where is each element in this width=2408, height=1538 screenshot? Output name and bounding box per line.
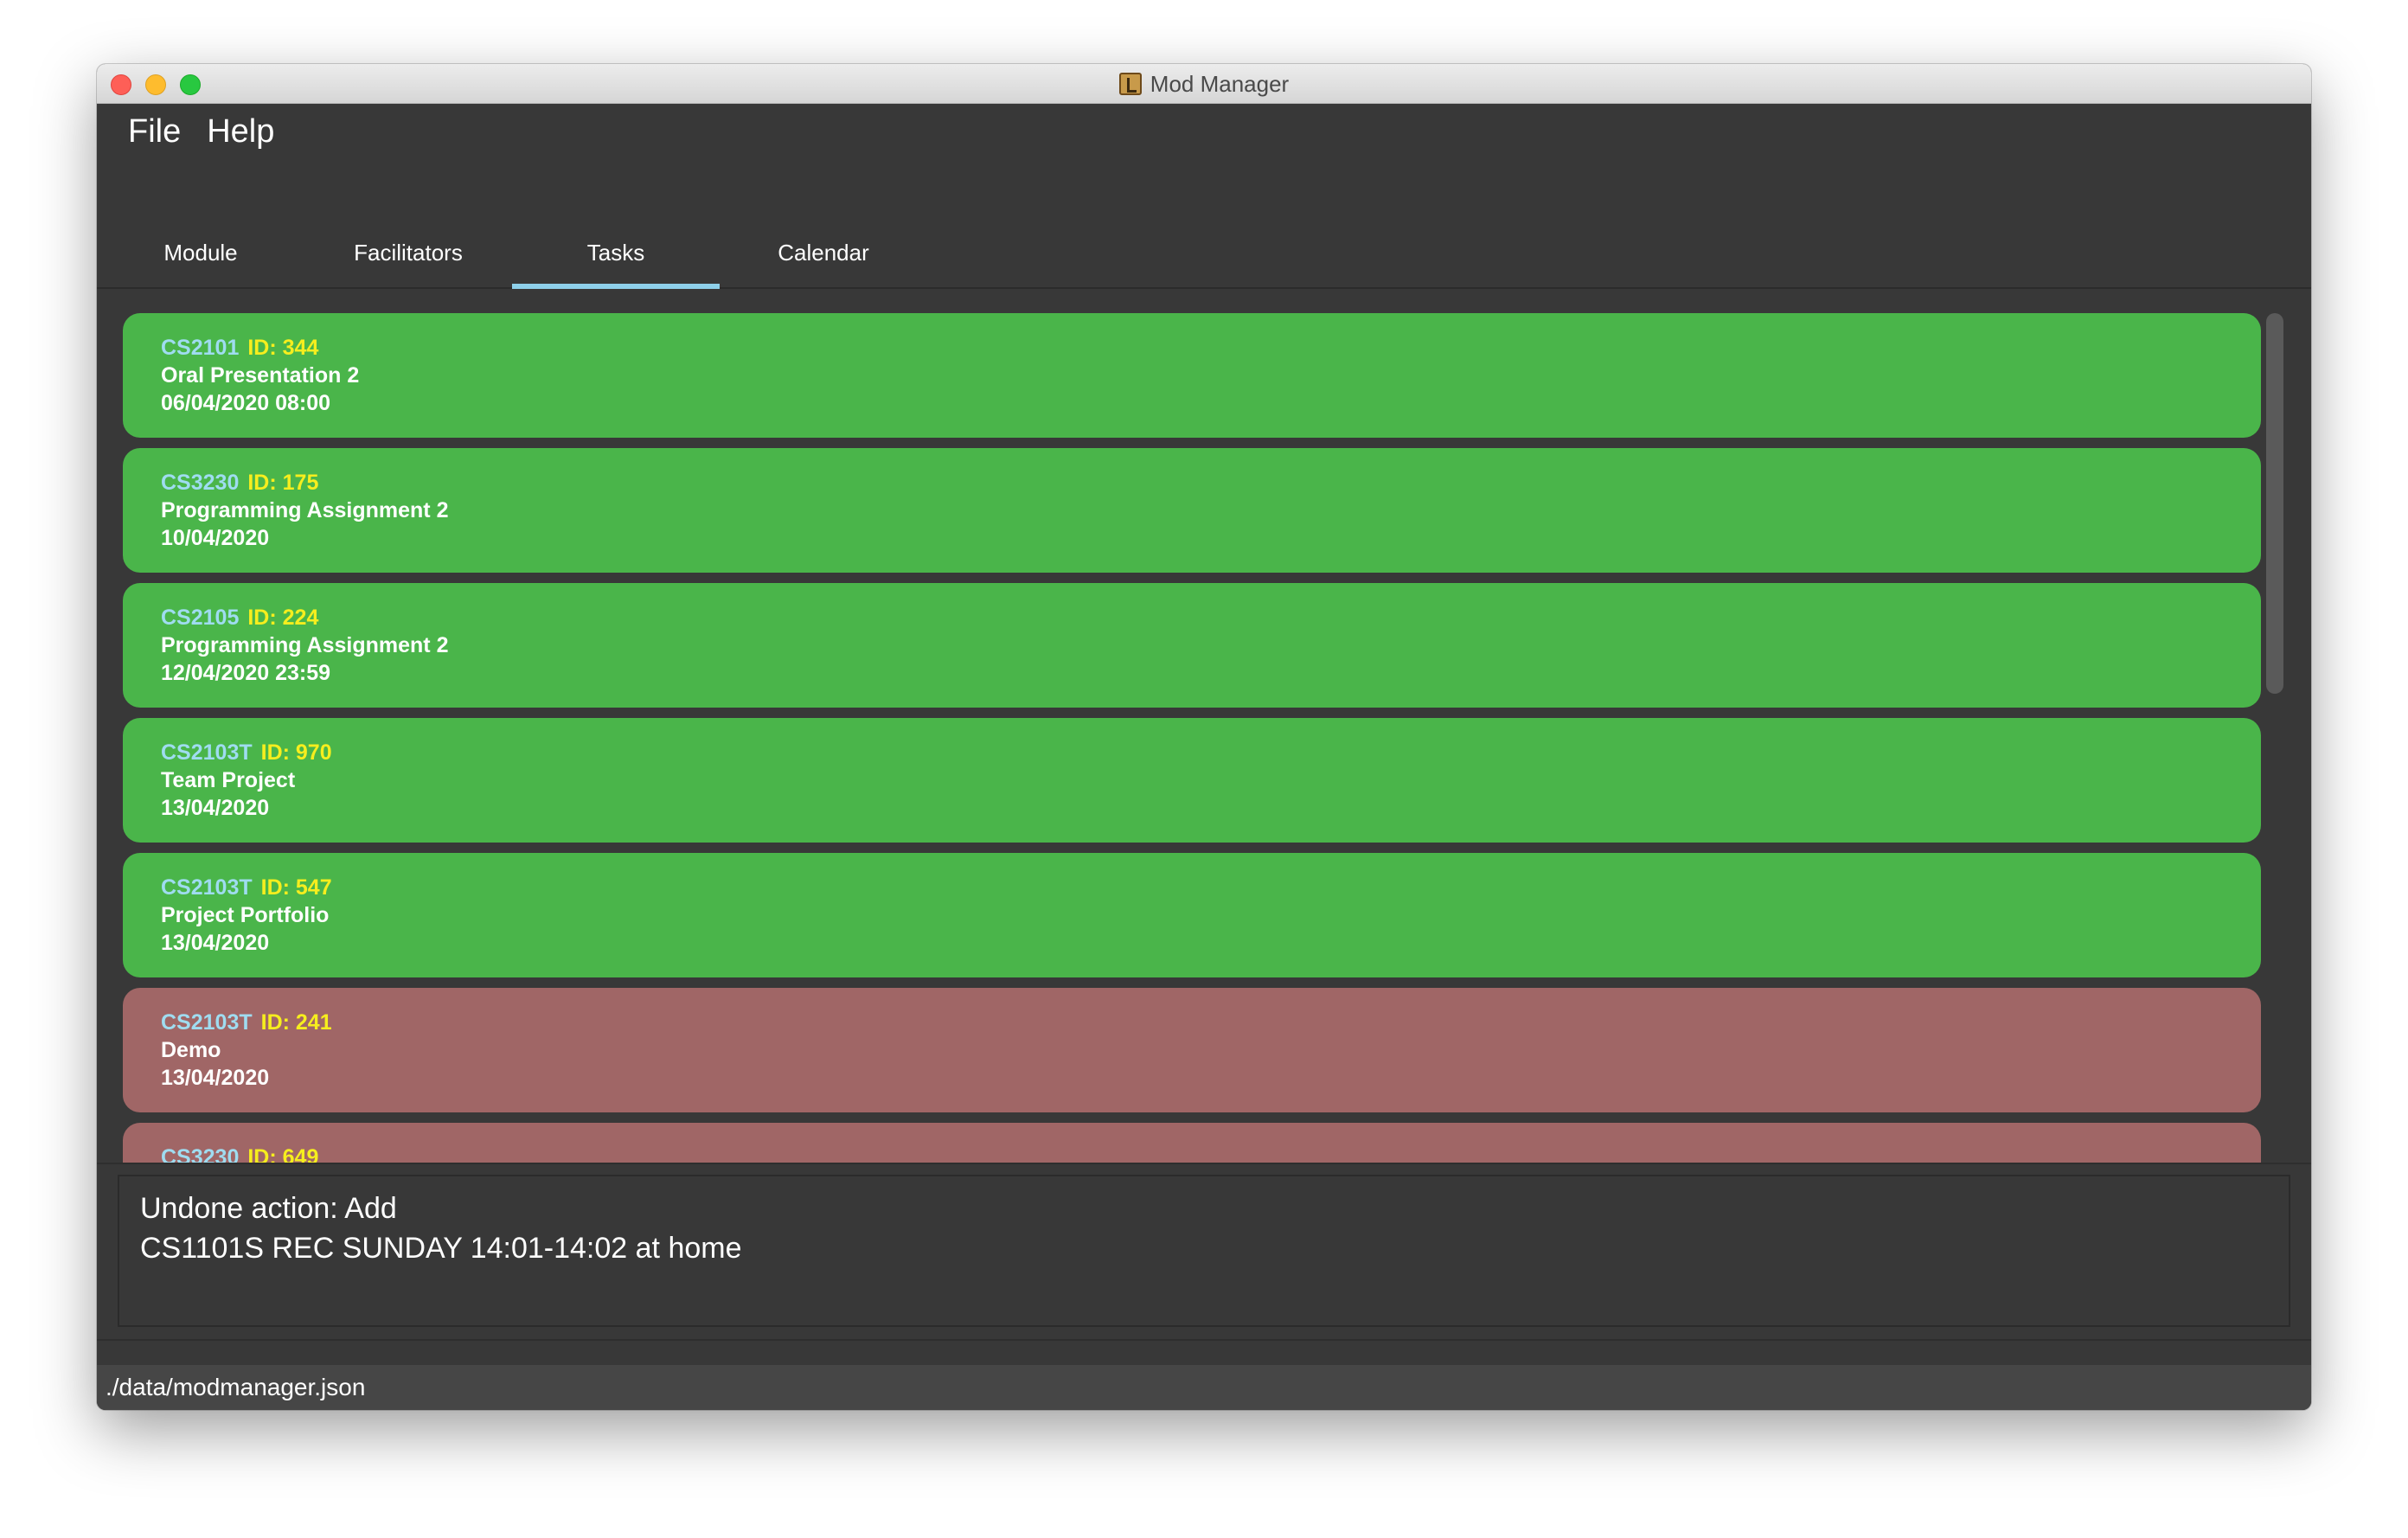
task-header: CS2103T ID: 241: [161, 1009, 2261, 1036]
title-bar: Mod Manager: [97, 64, 2311, 104]
scrollbar-thumb[interactable]: [2266, 313, 2283, 694]
task-description: Oral Presentation 2: [161, 362, 360, 388]
task-header: CS3230 ID: 175: [161, 469, 2261, 497]
task-header: CS2105 ID: 224: [161, 604, 2261, 631]
task-module-code: CS3230: [161, 1144, 240, 1163]
task-header: CS3230 ID: 649: [161, 1144, 2261, 1163]
task-description: Programming Assignment 2: [161, 497, 449, 522]
task-card[interactable]: CS2103T ID: 241 Demo 13/04/2020: [123, 988, 2261, 1112]
task-time: 13/04/2020: [161, 795, 270, 820]
task-description: Team Project: [161, 767, 296, 792]
result-line-1: Undone action: Add: [140, 1192, 397, 1225]
tab-bar: Module Facilitators Tasks Calendar: [97, 159, 2311, 289]
task-time: 06/04/2020 08:00: [161, 390, 331, 415]
task-module-code: CS2101: [161, 335, 240, 360]
status-bar: ./data/modmanager.json: [97, 1365, 2311, 1410]
task-card[interactable]: CS2105 ID: 224 Programming Assignment 2 …: [123, 583, 2261, 708]
task-module-code: CS2103T: [161, 1009, 253, 1035]
task-card[interactable]: CS2103T ID: 547 Project Portfolio 13/04/…: [123, 853, 2261, 977]
task-time: 13/04/2020: [161, 1065, 270, 1090]
result-display: Undone action: Add CS1101S REC SUNDAY 14…: [118, 1175, 2290, 1327]
app-icon: [1118, 73, 1142, 95]
task-time: 13/04/2020: [161, 930, 270, 955]
task-description: Demo: [161, 1037, 221, 1062]
task-list-scrollbar[interactable]: [2266, 313, 2283, 1144]
menu-file[interactable]: File: [128, 113, 181, 151]
task-id: ID: 547: [260, 875, 332, 900]
task-id: ID: 241: [260, 1009, 332, 1035]
app-window: Mod Manager File Help Module Facilitator…: [97, 64, 2311, 1410]
task-time: 10/04/2020: [161, 525, 270, 550]
tab-calendar[interactable]: Calendar: [720, 159, 927, 289]
task-card[interactable]: CS2103T ID: 970 Team Project 13/04/2020: [123, 718, 2261, 843]
task-header: CS2103T ID: 547: [161, 874, 2261, 901]
window-title-group: Mod Manager: [97, 64, 2311, 104]
window-title: Mod Manager: [1150, 70, 1290, 97]
task-id: ID: 970: [260, 740, 332, 765]
task-header: CS2103T ID: 970: [161, 739, 2261, 766]
task-time: 12/04/2020 23:59: [161, 660, 331, 685]
task-id: ID: 224: [247, 605, 319, 630]
task-module-code: CS2105: [161, 605, 240, 630]
task-card[interactable]: CS3230 ID: 649: [123, 1123, 2261, 1163]
task-id: ID: 344: [247, 335, 319, 360]
menu-help[interactable]: Help: [207, 113, 274, 151]
task-module-code: CS2103T: [161, 875, 253, 900]
menu-bar: File Help: [97, 104, 2311, 159]
result-line-2: CS1101S REC SUNDAY 14:01-14:02 at home: [140, 1232, 742, 1265]
tab-tasks[interactable]: Tasks: [512, 159, 720, 289]
tab-module[interactable]: Module: [97, 159, 304, 289]
task-card[interactable]: CS3230 ID: 175 Programming Assignment 2 …: [123, 448, 2261, 573]
task-module-code: CS2103T: [161, 740, 253, 765]
task-module-code: CS3230: [161, 470, 240, 495]
task-id: ID: 175: [247, 470, 319, 495]
task-description: Project Portfolio: [161, 902, 330, 927]
task-list-panel[interactable]: CS2101 ID: 344 Oral Presentation 2 06/04…: [97, 289, 2311, 1163]
tab-facilitators[interactable]: Facilitators: [304, 159, 512, 289]
task-header: CS2101 ID: 344: [161, 334, 2261, 362]
task-id: ID: 649: [247, 1144, 319, 1163]
task-card[interactable]: CS2101 ID: 344 Oral Presentation 2 06/04…: [123, 313, 2261, 438]
task-description: Programming Assignment 2: [161, 632, 449, 657]
data-file-path: ./data/modmanager.json: [106, 1374, 366, 1400]
result-display-panel: Undone action: Add CS1101S REC SUNDAY 14…: [97, 1163, 2311, 1341]
task-list: CS2101 ID: 344 Oral Presentation 2 06/04…: [123, 313, 2261, 1163]
